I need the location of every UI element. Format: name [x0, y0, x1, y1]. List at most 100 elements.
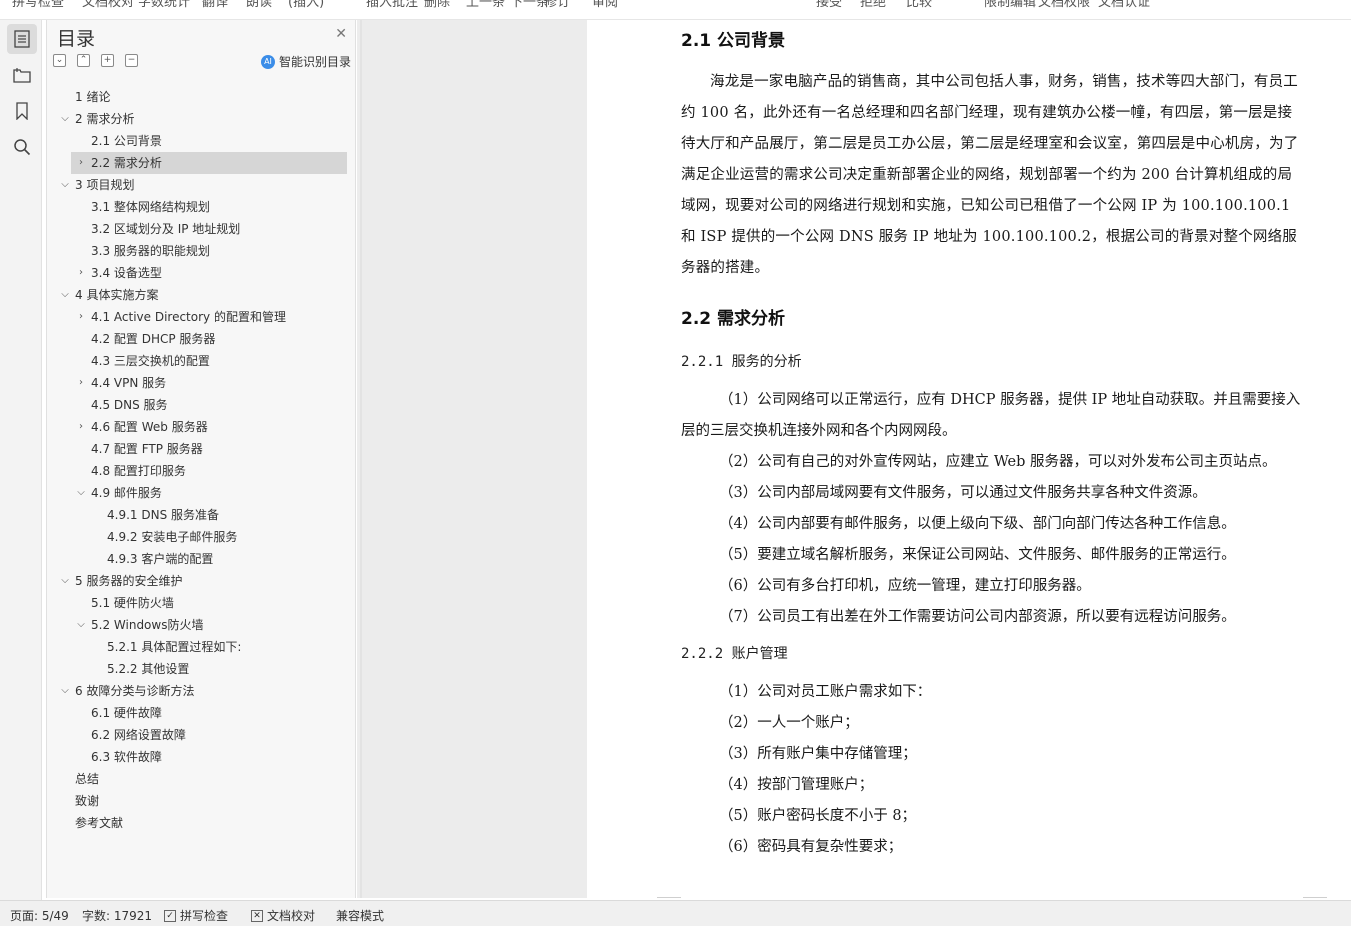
toolbar-item[interactable]: 修订: [544, 0, 570, 10]
toc-item[interactable]: ⌵ 4 具体实施方案: [47, 284, 357, 306]
toc-item[interactable]: 5.2.1 具体配置过程如下:: [47, 636, 357, 658]
spell-check-button[interactable]: ✓ 拼写检查: [164, 907, 228, 924]
toolbar-item[interactable]: 插入批注: [366, 0, 418, 10]
toc-item-label: 1 绪论: [75, 90, 111, 104]
chevron-right-icon[interactable]: ›: [75, 372, 87, 394]
document-page: 2.1 公司背景 海龙是一家电脑产品的销售商，其中公司包括人事，财务，销售，技术…: [587, 20, 1351, 898]
toc-item[interactable]: 4.2 配置 DHCP 服务器: [47, 328, 357, 350]
toc-item-label: 4.4 VPN 服务: [91, 376, 167, 390]
list-item: （5）要建立域名解析服务，来保证公司网站、文件服务、邮件服务的正常运行。: [719, 547, 1236, 563]
chevron-down-icon[interactable]: ⌵: [59, 174, 71, 196]
remove-level-icon[interactable]: −: [125, 54, 138, 67]
chevron-down-icon[interactable]: ⌵: [75, 482, 87, 504]
toc-item[interactable]: 5.1 硬件防火墙: [47, 592, 357, 614]
toc-item[interactable]: 4.5 DNS 服务: [47, 394, 357, 416]
close-icon[interactable]: ✕: [335, 26, 347, 42]
toolbar-item[interactable]: 拼写检查: [12, 0, 64, 10]
chevron-down-icon[interactable]: ⌵: [59, 284, 71, 306]
toc-item[interactable]: 1 绪论: [47, 86, 357, 108]
toc-item[interactable]: 参考文献: [47, 812, 357, 834]
toc-item[interactable]: ⌵ 5.2 Windows防火墙: [47, 614, 357, 636]
toc-item[interactable]: 5.2.2 其他设置: [47, 658, 357, 680]
list-item: （4）公司内部要有邮件服务，以便上级向下级、部门向部门传达各种工作信息。: [719, 516, 1236, 532]
toc-item[interactable]: ⌵ 3 项目规划: [47, 174, 357, 196]
toolbar-item[interactable]: 字数统计: [138, 0, 190, 10]
chevron-right-icon[interactable]: ›: [75, 306, 87, 328]
toc-item[interactable]: 2.1 公司背景: [47, 130, 357, 152]
document-body: 2.1 公司背景 海龙是一家电脑产品的销售商，其中公司包括人事，财务，销售，技术…: [681, 20, 1305, 863]
toc-item-label: 6.2 网络设置故障: [91, 728, 186, 742]
page-indicator[interactable]: 页面: 5/49: [10, 907, 69, 924]
toolbar-item[interactable]: 文档认证: [1098, 0, 1150, 10]
toolbar-item[interactable]: 拒绝: [860, 0, 886, 10]
toc-item-label: 3.2 区域划分及 IP 地址规划: [91, 222, 241, 236]
toolbar-item[interactable]: 文档权限: [1038, 0, 1090, 10]
ribbon-toolbar-strip: 拼写检查 文档校对 字数统计 翻译 朗读 (插入) 插入批注 删除 上一条 下一条 修订 审阅 接受 拒绝…: [0, 0, 1351, 20]
toc-item[interactable]: ⌵ 5 服务器的安全维护: [47, 570, 357, 592]
nav-pane-icon[interactable]: [7, 60, 37, 90]
chevron-down-icon[interactable]: ⌵: [59, 570, 71, 592]
toc-item[interactable]: › 4.6 配置 Web 服务器: [47, 416, 357, 438]
search-icon[interactable]: [7, 132, 37, 162]
toc-item[interactable]: ⌵ 4.9 邮件服务: [47, 482, 357, 504]
bookmark-icon[interactable]: [7, 96, 37, 126]
toc-item-label: 4.3 三层交换机的配置: [91, 354, 210, 368]
toc-item[interactable]: › 3.4 设备选型: [47, 262, 357, 284]
toc-item[interactable]: 3.2 区域划分及 IP 地址规划: [47, 218, 357, 240]
toc-item-label: 3 项目规划: [75, 178, 135, 192]
list-item: （5）账户密码长度不小于 8；: [719, 808, 917, 824]
smart-toc-button[interactable]: AI 智能识别目录: [260, 53, 351, 70]
toc-item[interactable]: › 4.1 Active Directory 的配置和管理: [47, 306, 357, 328]
toolbar-item[interactable]: 文档校对: [82, 0, 134, 10]
toolbar-item[interactable]: 朗读: [246, 0, 272, 10]
toolbar-item[interactable]: 翻译: [202, 0, 228, 10]
toc-item[interactable]: 3.1 整体网络结构规划: [47, 196, 357, 218]
toc-item[interactable]: ⌵ 2 需求分析: [47, 108, 357, 130]
toc-item[interactable]: 6.1 硬件故障: [47, 702, 357, 724]
toc-item[interactable]: 6.3 软件故障: [47, 746, 357, 768]
toc-item[interactable]: 3.3 服务器的职能规划: [47, 240, 357, 262]
spell-check-label: 拼写检查: [180, 909, 229, 923]
toc-item[interactable]: 4.3 三层交换机的配置: [47, 350, 357, 372]
toc-item[interactable]: 致谢: [47, 790, 357, 812]
toc-item[interactable]: ⌵ 6 故障分类与诊断方法: [47, 680, 357, 702]
word-count-label: 字数: 17921: [82, 909, 153, 923]
list-item: （1）公司对员工账户需求如下：: [719, 684, 932, 700]
chevron-down-icon[interactable]: ⌵: [59, 108, 71, 130]
toc-item[interactable]: 4.9.2 安装电子邮件服务: [47, 526, 357, 548]
add-level-icon[interactable]: +: [101, 54, 114, 67]
toolbar-item[interactable]: 限制编辑: [984, 0, 1036, 10]
toolbar-item[interactable]: 接受: [816, 0, 842, 10]
proofread-button[interactable]: ✕ 文档校对: [251, 907, 315, 924]
toc-item[interactable]: › 4.4 VPN 服务: [47, 372, 357, 394]
toolbar-item[interactable]: 比较: [906, 0, 932, 10]
word-count[interactable]: 字数: 17921: [82, 907, 152, 924]
toc-item[interactable]: 6.2 网络设置故障: [47, 724, 357, 746]
toolbar-item[interactable]: (插入): [288, 0, 324, 10]
ai-badge-icon: AI: [260, 54, 275, 69]
toc-item[interactable]: 总结: [47, 768, 357, 790]
chevron-down-icon[interactable]: ⌵: [59, 680, 71, 702]
list-item: （2）公司有自己的对外宣传网站，应建立 Web 服务器，可以对外发布公司主页站点…: [719, 454, 1277, 470]
toc-item[interactable]: 4.8 配置打印服务: [47, 460, 357, 482]
toolbar-item[interactable]: 上一条: [466, 0, 505, 10]
chevron-right-icon[interactable]: ›: [75, 416, 87, 438]
toc-item[interactable]: 4.9.3 客户端的配置: [47, 548, 357, 570]
collapse-all-icon[interactable]: ⌃: [77, 54, 90, 67]
toc-item-label: 4.6 配置 Web 服务器: [91, 420, 208, 434]
expand-all-icon[interactable]: ⌄: [53, 54, 66, 67]
toc-item-label: 5 服务器的安全维护: [75, 574, 183, 588]
chevron-down-icon[interactable]: ⌵: [75, 614, 87, 636]
toc-scrollbar[interactable]: [360, 20, 362, 898]
toc-item-label: 5.1 硬件防火墙: [91, 596, 174, 610]
toolbar-item[interactable]: 删除: [424, 0, 450, 10]
toc-item[interactable]: 4.9.1 DNS 服务准备: [47, 504, 357, 526]
chevron-right-icon[interactable]: ›: [75, 262, 87, 284]
outline-icon[interactable]: [7, 24, 37, 54]
toc-item-label: 4.9 邮件服务: [91, 486, 162, 500]
toc-item-label: 4.1 Active Directory 的配置和管理: [91, 310, 286, 324]
toolbar-item[interactable]: 审阅: [592, 0, 618, 10]
toc-item[interactable]: › 2.2 需求分析: [71, 152, 347, 174]
toc-item[interactable]: 4.7 配置 FTP 服务器: [47, 438, 357, 460]
chevron-right-icon[interactable]: ›: [75, 152, 87, 174]
